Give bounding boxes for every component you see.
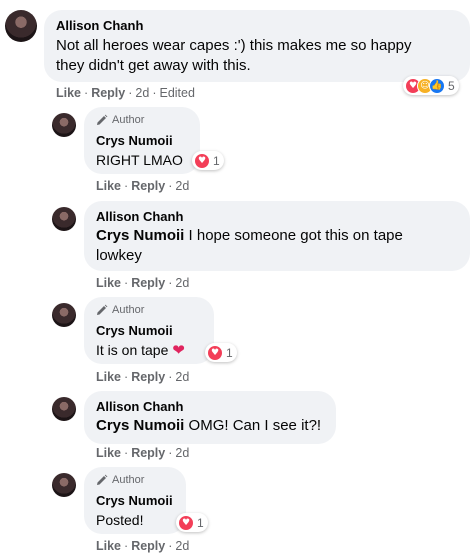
reply-button[interactable]: Reply [131,539,165,553]
mention-link[interactable]: Crys Numoii [96,227,184,244]
like-button[interactable]: Like [96,539,121,553]
like-button[interactable]: Like [96,446,121,460]
heart-icon: ♥ [207,344,223,361]
mention-link[interactable]: Crys Numoii [96,417,184,434]
timestamp[interactable]: 2d [175,179,189,193]
pencil-icon [97,114,108,125]
comment-text-line: they didn't get away with this. [56,57,251,74]
separator: · [168,446,173,460]
comment-text-line: Not all heroes wear capes :') this makes… [56,37,412,54]
avatar-crys[interactable] [52,113,76,137]
reaction-summary[interactable]: ♥ 1 [176,513,208,532]
avatar-allison[interactable] [52,207,76,231]
separator: · [128,86,133,100]
comment-text-line: lowkey [96,247,142,264]
avatar-crys[interactable] [52,473,76,497]
commenter-name[interactable]: Crys Numoii [96,493,173,508]
reaction-count: 1 [213,153,220,168]
author-badge: Author [96,114,144,126]
separator: · [168,276,173,290]
reply-button[interactable]: Reply [131,370,165,384]
separator: · [124,370,129,384]
separator: · [124,539,129,553]
author-label: Author [112,114,145,126]
reply-button[interactable]: Reply [91,86,125,100]
commenter-name[interactable]: Crys Numoii [96,133,173,148]
pencil-icon [97,474,108,485]
timestamp[interactable]: 2d [175,446,189,460]
comment-actions: Like · Reply · 2d [96,179,189,193]
comment-text: Posted! [96,512,144,528]
separator: · [124,276,129,290]
comment-actions: Like · Reply · 2d · Edited [56,86,195,100]
avatar-allison[interactable] [5,10,37,42]
avatar-allison[interactable] [52,397,76,421]
separator: · [168,539,173,553]
edited-label[interactable]: Edited [159,86,194,100]
reaction-summary[interactable]: ♥ 1 [192,151,224,170]
timestamp[interactable]: 2d [175,370,189,384]
reaction-summary[interactable]: ♥ ☺ 👍 5 [403,76,459,95]
comment-actions: Like · Reply · 2d [96,276,189,290]
timestamp[interactable]: 2d [175,276,189,290]
reaction-count: 1 [197,515,204,530]
commenter-name[interactable]: Allison Chanh [96,209,183,224]
reply-button[interactable]: Reply [131,179,165,193]
author-badge: Author [96,304,144,316]
red-heart-emoji: ❤ [172,341,185,359]
author-label: Author [112,304,145,316]
comment-text-line: I hope someone got this on tape [184,227,403,244]
timestamp[interactable]: 2d [135,86,149,100]
thumbs-up-icon: 👍 [429,77,445,94]
comment-text: RIGHT LMAO [96,152,183,168]
separator: · [168,370,173,384]
comment-actions: Like · Reply · 2d [96,446,189,460]
separator: · [84,86,89,100]
separator: · [152,86,157,100]
comment-text: Crys Numoii OMG! Can I see it?! [96,416,321,436]
heart-icon: ♥ [178,514,194,531]
separator: · [124,179,129,193]
commenter-name[interactable]: Allison Chanh [56,18,143,33]
reply-button[interactable]: Reply [131,276,165,290]
reply-button[interactable]: Reply [131,446,165,460]
comment-text: Crys Numoii I hope someone got this on t… [96,226,403,266]
like-button[interactable]: Like [96,276,121,290]
separator: · [168,179,173,193]
avatar-crys[interactable] [52,303,76,327]
reaction-count: 1 [226,345,233,360]
comment-text-line: It is on tape [96,342,173,358]
like-button[interactable]: Like [56,86,81,100]
reaction-summary[interactable]: ♥ 1 [205,343,237,362]
author-badge: Author [96,474,144,486]
heart-icon: ♥ [194,152,210,169]
like-button[interactable]: Like [96,179,121,193]
comment-text: It is on tape ❤ [96,340,185,360]
commenter-name[interactable]: Allison Chanh [96,399,183,414]
commenter-name[interactable]: Crys Numoii [96,323,173,338]
timestamp[interactable]: 2d [175,539,189,553]
comment-text: Not all heroes wear capes :') this makes… [56,36,412,76]
comment-actions: Like · Reply · 2d [96,370,189,384]
comment-actions: Like · Reply · 2d [96,539,189,553]
reaction-count: 5 [448,78,455,93]
comment-text-line: OMG! Can I see it?! [184,417,322,434]
separator: · [124,446,129,460]
like-button[interactable]: Like [96,370,121,384]
pencil-icon [97,304,108,315]
author-label: Author [112,474,145,486]
